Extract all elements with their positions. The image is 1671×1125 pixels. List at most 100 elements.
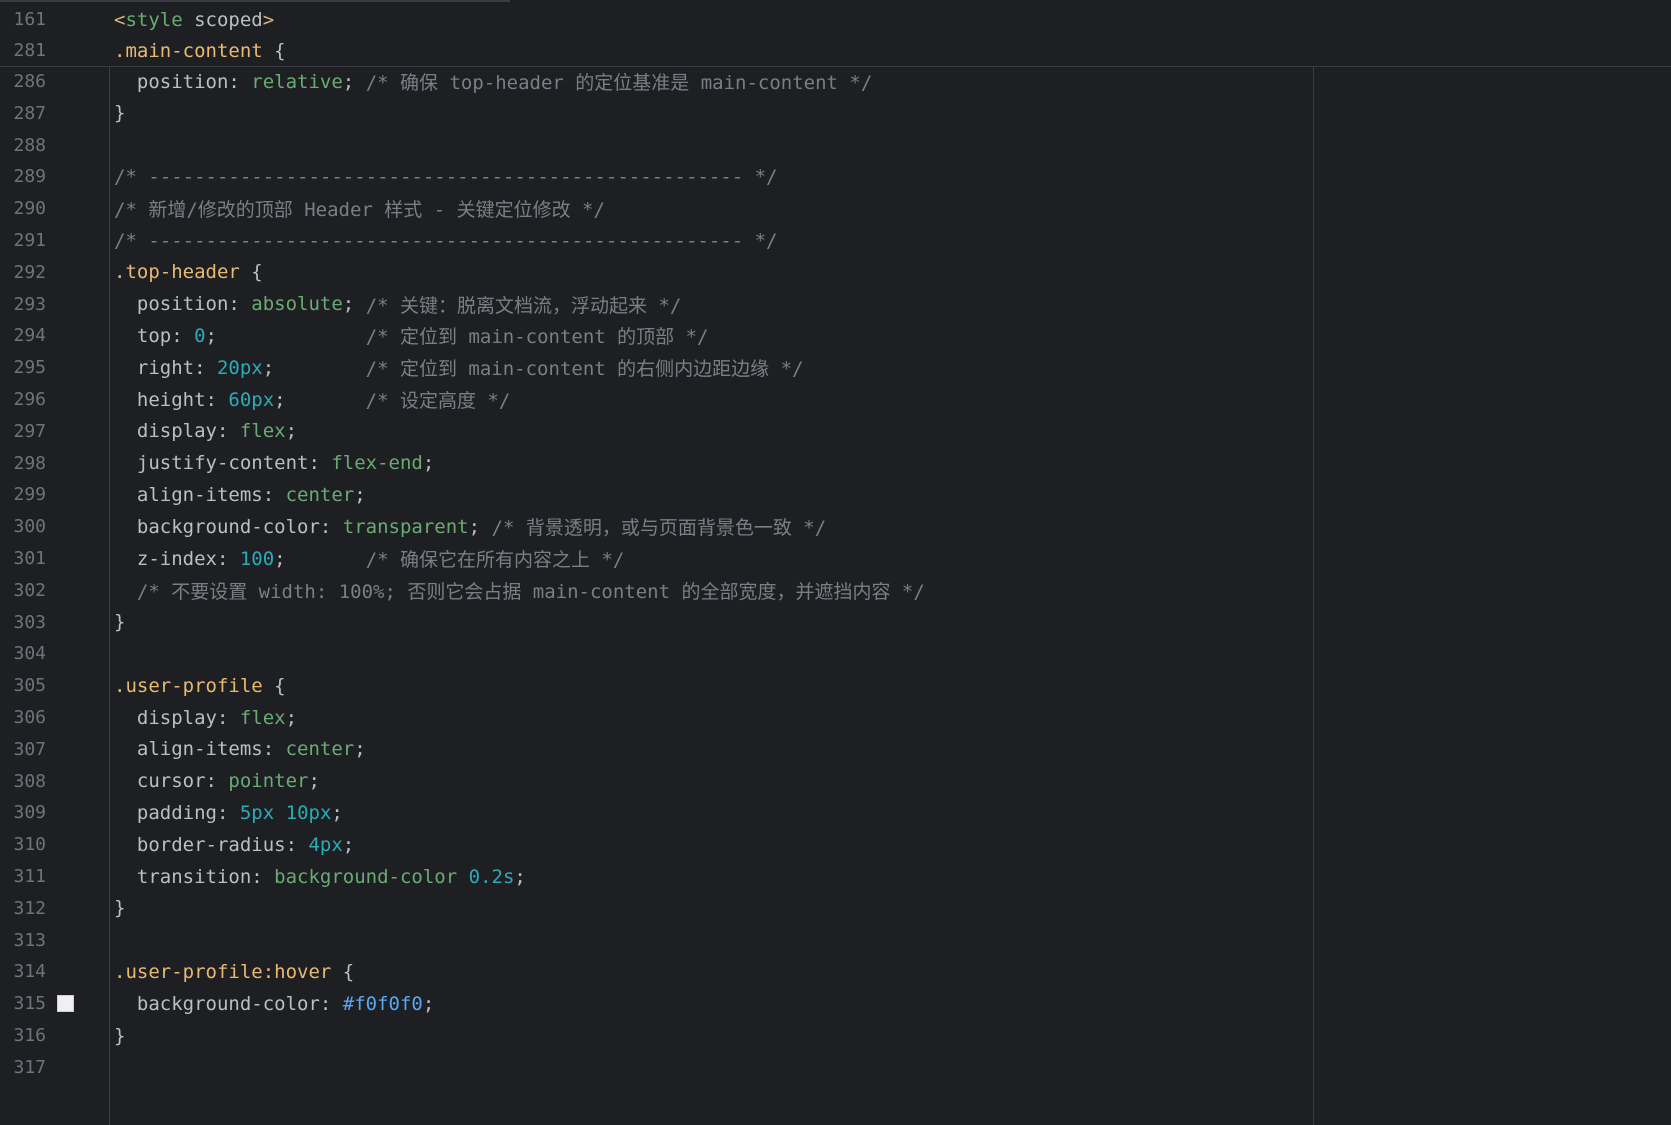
code-text[interactable]: /* -------------------------------------… (114, 160, 777, 193)
line-number[interactable]: 291 (0, 230, 46, 251)
code-line[interactable]: 299 align-items: center; (0, 478, 1671, 511)
code-line[interactable]: 281 .main-content { (0, 34, 1671, 67)
code-text[interactable]: background-color: #f0f0f0; (114, 987, 434, 1020)
code-text[interactable]: transition: background-color 0.2s; (114, 860, 526, 893)
code-text[interactable]: position: relative; /* 确保 top-header 的定位… (114, 65, 872, 98)
code-line[interactable]: 287} (0, 97, 1671, 130)
line-number[interactable]: 314 (0, 961, 46, 982)
line-number[interactable]: 307 (0, 739, 46, 760)
code-line[interactable]: 317 (0, 1051, 1671, 1084)
line-number[interactable]: 289 (0, 166, 46, 187)
code-text[interactable]: } (114, 1019, 125, 1052)
line-number[interactable]: 287 (0, 103, 46, 124)
line-number[interactable]: 293 (0, 294, 46, 315)
line-number[interactable]: 315 (0, 993, 46, 1014)
code-line[interactable]: 293 position: absolute; /* 关键：脱离文档流，浮动起来… (0, 288, 1671, 321)
line-number[interactable]: 305 (0, 675, 46, 696)
line-number[interactable]: 281 (0, 40, 46, 61)
code-text[interactable]: .user-profile { (114, 669, 286, 702)
code-text[interactable]: display: flex; (114, 415, 297, 448)
code-line[interactable]: 308 cursor: pointer; (0, 765, 1671, 798)
color-swatch-icon[interactable] (57, 995, 74, 1013)
code-line[interactable]: 303} (0, 606, 1671, 639)
code-line[interactable]: 306 display: flex; (0, 701, 1671, 734)
code-line[interactable]: 161 < style scoped > (0, 3, 1671, 36)
code-line[interactable]: 302 /* 不要设置 width: 100%; 否则它会占据 main-con… (0, 574, 1671, 607)
code-line[interactable]: 309 padding: 5px 10px; (0, 796, 1671, 829)
code-line[interactable]: 301 z-index: 100; /* 确保它在所有内容之上 */ (0, 542, 1671, 575)
code-text[interactable]: /* 新增/修改的顶部 Header 样式 - 关键定位修改 */ (114, 192, 605, 225)
code-text[interactable]: background-color: transparent; /* 背景透明，或… (114, 510, 826, 543)
line-number[interactable]: 308 (0, 771, 46, 792)
code-text[interactable]: } (114, 97, 125, 130)
code-line[interactable]: 313 (0, 924, 1671, 957)
line-number[interactable]: 303 (0, 612, 46, 633)
code-text[interactable]: border-radius: 4px; (114, 828, 354, 861)
code-editor[interactable]: 161 < style scoped > 281 .main-content { 286 … (0, 0, 1671, 1125)
code-text[interactable]: height: 60px; /* 设定高度 */ (114, 383, 510, 416)
line-number[interactable]: 302 (0, 580, 46, 601)
code-text[interactable]: /* -------------------------------------… (114, 224, 777, 257)
code-line[interactable]: 316} (0, 1019, 1671, 1052)
line-number[interactable]: 161 (0, 9, 46, 30)
code-text[interactable]: /* 不要设置 width: 100%; 否则它会占据 main-content… (114, 574, 925, 607)
line-number[interactable]: 294 (0, 325, 46, 346)
code-text[interactable]: display: flex; (114, 701, 297, 734)
code-line[interactable]: 310 border-radius: 4px; (0, 828, 1671, 861)
line-number[interactable]: 290 (0, 198, 46, 219)
code-line[interactable]: 295 right: 20px; /* 定位到 main-content 的右侧… (0, 351, 1671, 384)
line-number[interactable]: 295 (0, 357, 46, 378)
line-number[interactable]: 310 (0, 834, 46, 855)
code-text[interactable]: align-items: center; (114, 733, 366, 766)
code-line[interactable]: 315 background-color: #f0f0f0; (0, 987, 1671, 1020)
code-line[interactable]: 314 .user-profile:hover { (0, 955, 1671, 988)
code-line[interactable]: 288 (0, 129, 1671, 162)
code-text[interactable]: .top-header { (114, 256, 263, 289)
code-line[interactable]: 304 (0, 637, 1671, 670)
code-line[interactable]: 298 justify-content: flex-end; (0, 447, 1671, 480)
code-text[interactable]: < style scoped > (114, 3, 274, 36)
line-number[interactable]: 317 (0, 1057, 46, 1078)
code-text[interactable]: align-items: center; (114, 478, 366, 511)
code-text[interactable]: position: absolute; /* 关键：脱离文档流，浮动起来 */ (114, 288, 681, 321)
line-number[interactable]: 288 (0, 135, 46, 156)
code-text[interactable]: z-index: 100; /* 确保它在所有内容之上 */ (114, 542, 624, 575)
code-text[interactable]: .user-profile:hover { (114, 955, 354, 988)
code-line[interactable]: 292 .top-header { (0, 256, 1671, 289)
code-text[interactable]: .main-content { (114, 34, 286, 67)
code-text[interactable]: justify-content: flex-end; (114, 447, 434, 480)
line-number[interactable]: 304 (0, 643, 46, 664)
code-text[interactable]: top: 0; /* 定位到 main-content 的顶部 */ (114, 319, 709, 352)
line-number[interactable]: 292 (0, 262, 46, 283)
line-number[interactable]: 312 (0, 898, 46, 919)
code-line[interactable]: 289 /* ----------------------------------… (0, 160, 1671, 193)
code-line[interactable]: 300 background-color: transparent; /* 背景… (0, 510, 1671, 543)
code-text[interactable]: padding: 5px 10px; (114, 796, 343, 829)
line-number[interactable]: 313 (0, 930, 46, 951)
line-number[interactable]: 298 (0, 453, 46, 474)
code-line[interactable]: 290 /* 新增/修改的顶部 Header 样式 - 关键定位修改 */ (0, 192, 1671, 225)
code-line[interactable]: 294 top: 0; /* 定位到 main-content 的顶部 */ (0, 319, 1671, 352)
code-text[interactable]: } (114, 606, 125, 639)
code-text[interactable]: } (114, 892, 125, 925)
line-number[interactable]: 309 (0, 802, 46, 823)
line-number[interactable]: 286 (0, 71, 46, 92)
code-line[interactable]: 312} (0, 892, 1671, 925)
line-number[interactable]: 296 (0, 389, 46, 410)
code-line[interactable]: 291 /* ----------------------------------… (0, 224, 1671, 257)
line-number[interactable]: 311 (0, 866, 46, 887)
line-number[interactable]: 300 (0, 516, 46, 537)
line-number[interactable]: 297 (0, 421, 46, 442)
line-number[interactable]: 301 (0, 548, 46, 569)
line-number[interactable]: 306 (0, 707, 46, 728)
code-text[interactable]: right: 20px; /* 定位到 main-content 的右侧内边距边… (114, 351, 804, 384)
code-line[interactable]: 296 height: 60px; /* 设定高度 */ (0, 383, 1671, 416)
code-line[interactable]: 286 position: relative; /* 确保 top-header… (0, 65, 1671, 98)
line-number[interactable]: 299 (0, 484, 46, 505)
code-line[interactable]: 311 transition: background-color 0.2s; (0, 860, 1671, 893)
sticky-scroll-header[interactable]: 161 < style scoped > 281 .main-content { (0, 2, 1671, 67)
code-line[interactable]: 307 align-items: center; (0, 733, 1671, 766)
code-line[interactable]: 297 display: flex; (0, 415, 1671, 448)
code-line[interactable]: 305 .user-profile { (0, 669, 1671, 702)
line-number[interactable]: 316 (0, 1025, 46, 1046)
